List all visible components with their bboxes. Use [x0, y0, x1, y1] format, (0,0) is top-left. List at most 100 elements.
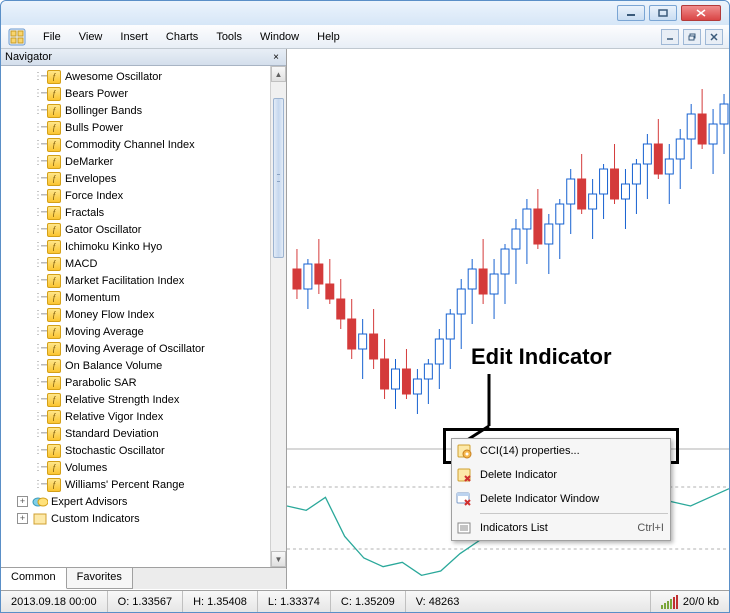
- tab-common[interactable]: Common: [1, 568, 67, 589]
- navigator-header: Navigator ×: [1, 49, 286, 66]
- indicator-label: Relative Strength Index: [65, 394, 179, 406]
- indicator-label: Bollinger Bands: [65, 105, 142, 117]
- indicator-icon: f: [47, 291, 61, 305]
- indicator-icon: f: [47, 257, 61, 271]
- ctx-indicators-list-label: Indicators List: [480, 522, 548, 534]
- indicator-item[interactable]: ⋮⋯fParabolic SAR: [33, 374, 270, 391]
- menu-insert[interactable]: Insert: [112, 28, 156, 46]
- ctx-indicators-list[interactable]: Indicators List Ctrl+I: [452, 516, 670, 540]
- indicator-item[interactable]: ⋮⋯fMACD: [33, 255, 270, 272]
- status-open: O: 1.33567: [108, 591, 183, 612]
- indicator-item[interactable]: ⋮⋯fBears Power: [33, 85, 270, 102]
- ctx-separator: [480, 513, 668, 514]
- status-conn-label: 20/0 kb: [683, 596, 719, 608]
- indicator-label: Moving Average: [65, 326, 144, 338]
- indicator-icon: f: [47, 121, 61, 135]
- indicator-label: Bears Power: [65, 88, 128, 100]
- indicator-item[interactable]: ⋮⋯fBollinger Bands: [33, 102, 270, 119]
- indicator-label: Ichimoku Kinko Hyo: [65, 241, 162, 253]
- scroll-thumb[interactable]: [273, 98, 284, 258]
- indicator-item[interactable]: ⋮⋯fMoving Average: [33, 323, 270, 340]
- indicator-item[interactable]: ⋮⋯fAwesome Oscillator: [33, 68, 270, 85]
- ctx-delete-indicator[interactable]: Delete Indicator: [452, 463, 670, 487]
- indicator-item[interactable]: ⋮⋯fRelative Strength Index: [33, 391, 270, 408]
- indicator-label: Market Facilitation Index: [65, 275, 184, 287]
- indicator-icon: f: [47, 87, 61, 101]
- menu-help[interactable]: Help: [309, 28, 348, 46]
- indicator-item[interactable]: ⋮⋯fIchimoku Kinko Hyo: [33, 238, 270, 255]
- expert-advisors-icon: [32, 495, 48, 509]
- mdi-restore-button[interactable]: [683, 29, 701, 45]
- indicator-item[interactable]: ⋮⋯fDeMarker: [33, 153, 270, 170]
- indicator-item[interactable]: ⋮⋯fStochastic Oscillator: [33, 442, 270, 459]
- maximize-button[interactable]: [649, 5, 677, 21]
- indicator-item[interactable]: ⋮⋯fStandard Deviation: [33, 425, 270, 442]
- indicator-item[interactable]: ⋮⋯fMoney Flow Index: [33, 306, 270, 323]
- indicator-icon: f: [47, 393, 61, 407]
- status-high: H: 1.35408: [183, 591, 258, 612]
- expert-advisors-item[interactable]: +Expert Advisors: [17, 493, 270, 510]
- ctx-properties-label: CCI(14) properties...: [480, 445, 580, 457]
- minimize-button[interactable]: [617, 5, 645, 21]
- scroll-up-arrow[interactable]: ▲: [271, 66, 286, 82]
- annotation-callout: [449, 366, 509, 446]
- indicator-item[interactable]: ⋮⋯fForce Index: [33, 187, 270, 204]
- mdi-minimize-button[interactable]: [661, 29, 679, 45]
- status-close: C: 1.35209: [331, 591, 406, 612]
- indicator-label: Williams' Percent Range: [65, 479, 184, 491]
- indicator-item[interactable]: ⋮⋯fCommodity Channel Index: [33, 136, 270, 153]
- indicator-item[interactable]: ⋮⋯fGator Oscillator: [33, 221, 270, 238]
- indicator-item[interactable]: ⋮⋯fVolumes: [33, 459, 270, 476]
- status-low: L: 1.33374: [258, 591, 331, 612]
- indicator-item[interactable]: ⋮⋯fOn Balance Volume: [33, 357, 270, 374]
- indicator-label: MACD: [65, 258, 97, 270]
- indicator-item[interactable]: ⋮⋯fRelative Vigor Index: [33, 408, 270, 425]
- status-volume: V: 48263: [406, 591, 651, 612]
- indicator-icon: f: [47, 376, 61, 390]
- indicators-list-icon: [454, 519, 474, 537]
- menu-window[interactable]: Window: [252, 28, 307, 46]
- indicator-label: Gator Oscillator: [65, 224, 141, 236]
- menu-view[interactable]: View: [71, 28, 111, 46]
- expand-icon[interactable]: +: [17, 496, 28, 507]
- indicator-item[interactable]: ⋮⋯fBulls Power: [33, 119, 270, 136]
- indicator-icon: f: [47, 342, 61, 356]
- expand-icon[interactable]: +: [17, 513, 28, 524]
- indicator-icon: f: [47, 223, 61, 237]
- indicator-item[interactable]: ⋮⋯fWilliams' Percent Range: [33, 476, 270, 493]
- properties-icon: [454, 442, 474, 460]
- menu-charts[interactable]: Charts: [158, 28, 206, 46]
- indicator-label: Relative Vigor Index: [65, 411, 163, 423]
- indicator-item[interactable]: ⋮⋯fFractals: [33, 204, 270, 221]
- menu-tools[interactable]: Tools: [208, 28, 250, 46]
- navigator-close-icon[interactable]: ×: [270, 52, 282, 63]
- ctx-delete-indicator-label: Delete Indicator: [480, 469, 557, 481]
- scroll-down-arrow[interactable]: ▼: [271, 551, 286, 567]
- indicator-icon: f: [47, 104, 61, 118]
- navigator-scrollbar[interactable]: ▲ ▼: [270, 66, 286, 567]
- indicator-label: On Balance Volume: [65, 360, 162, 372]
- ctx-delete-window[interactable]: Delete Indicator Window: [452, 487, 670, 511]
- indicator-label: Moving Average of Oscillator: [65, 343, 205, 355]
- delete-indicator-icon: [454, 466, 474, 484]
- custom-indicators-item[interactable]: +Custom Indicators: [17, 510, 270, 527]
- ctx-properties[interactable]: CCI(14) properties...: [452, 439, 670, 463]
- indicator-icon: f: [47, 444, 61, 458]
- indicator-label: Momentum: [65, 292, 120, 304]
- indicator-item[interactable]: ⋮⋯fMarket Facilitation Index: [33, 272, 270, 289]
- indicator-item[interactable]: ⋮⋯fMomentum: [33, 289, 270, 306]
- indicator-item[interactable]: ⋮⋯fMoving Average of Oscillator: [33, 340, 270, 357]
- indicator-label: DeMarker: [65, 156, 113, 168]
- tab-favorites[interactable]: Favorites: [67, 568, 133, 589]
- status-connection: 20/0 kb: [651, 591, 729, 612]
- close-button[interactable]: [681, 5, 721, 21]
- indicator-item[interactable]: ⋮⋯fEnvelopes: [33, 170, 270, 187]
- indicator-label: Stochastic Oscillator: [65, 445, 165, 457]
- indicator-icon: f: [47, 478, 61, 492]
- indicator-icon: f: [47, 427, 61, 441]
- menu-file[interactable]: File: [35, 28, 69, 46]
- mdi-close-button[interactable]: [705, 29, 723, 45]
- indicator-label: Money Flow Index: [65, 309, 154, 321]
- indicator-icon: f: [47, 359, 61, 373]
- indicator-icon: f: [47, 308, 61, 322]
